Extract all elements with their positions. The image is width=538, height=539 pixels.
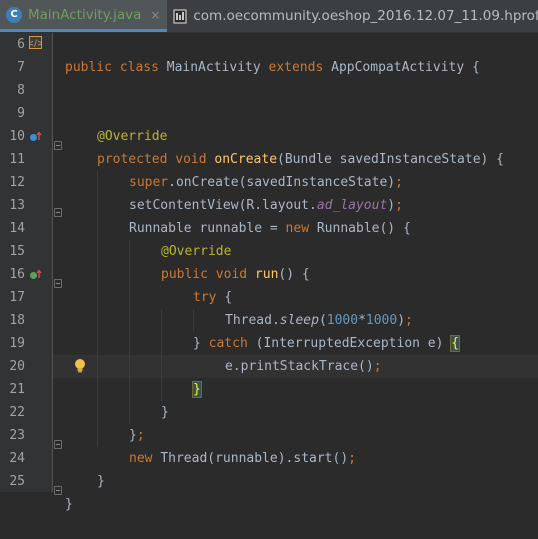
tab-hprof[interactable]: com.oecommunity.oeshop_2016.12.07_11.09.… [167,0,538,32]
class-name: MainActivity [166,60,269,75]
close-tab-icon[interactable]: × [149,8,161,22]
code-line-25[interactable]: } [0,470,538,512]
code-line-24[interactable]: } [0,447,538,489]
code-line-6[interactable]: public class MainActivity extends AppCom… [0,33,538,75]
tab-label: MainActivity.java [28,6,142,23]
code-line-23[interactable]: new Thread(runnable).start(); [0,424,538,466]
keyword: extends [268,60,332,75]
code-line-20[interactable]: } [0,355,538,398]
code-line-18[interactable]: } catch (InterruptedException e) { [0,309,538,352]
code-line-11[interactable]: super.onCreate(savedInstanceState); [0,148,538,190]
code-line-22[interactable]: }; [0,401,538,443]
brace: { [472,60,480,75]
hprof-file-icon [173,8,187,24]
code-line-12[interactable]: setContentView(R.layout.ad_layout); [0,171,538,213]
code-line-15[interactable]: public void run() { [0,240,538,282]
code-line-14[interactable]: @Override [0,217,538,259]
java-class-icon: C [6,6,22,23]
parent-class: AppCompatActivity [331,60,473,75]
code-line[interactable]: 8 [0,79,538,102]
keyword: public class [65,60,167,75]
code-text: } [65,497,73,512]
code-line-17[interactable]: Thread.sleep(1000*1000); [0,286,538,328]
code-editor[interactable]: 6 7 8 9 10 11 12 13 14 15 16 17 18 19 20… [0,33,538,512]
code-line-21[interactable]: } [0,378,538,420]
tab-label: com.oecommunity.oeshop_2016.12.07_11.09.… [193,8,538,24]
code-line-19[interactable]: e.printStackTrace(); [0,332,538,374]
tab-main-activity[interactable]: C MainActivity.java × [0,0,168,32]
code-line-9[interactable]: @Override [0,102,538,144]
editor-tab-bar: C MainActivity.java × com.oecommunity.oe… [0,0,538,33]
code-line-13[interactable]: Runnable runnable = new Runnable() { [0,194,538,236]
code-line-16[interactable]: try { [0,263,538,305]
code-line-10[interactable]: protected void onCreate(Bundle savedInst… [0,125,538,167]
